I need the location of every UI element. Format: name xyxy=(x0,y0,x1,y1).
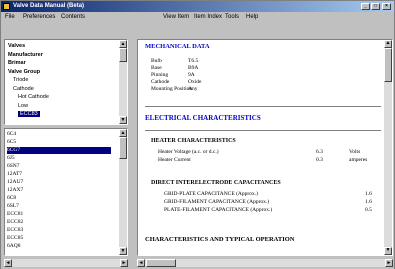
menu-file[interactable]: File xyxy=(5,13,15,22)
list-horizontal-scrollbar[interactable]: ◄ ► xyxy=(4,259,128,267)
tree-node[interactable]: Triode xyxy=(13,77,28,83)
mech-label: Cathode xyxy=(151,79,170,85)
capacitance-heading: DIRECT INTERELECTRODE CAPACITANCES xyxy=(151,180,281,186)
list-item[interactable]: 6C8 xyxy=(7,195,111,202)
mech-label: Bulb xyxy=(151,58,162,64)
list-item[interactable]: ECC83 xyxy=(7,227,111,234)
tree-node[interactable]: Low xyxy=(18,103,28,109)
tree-node[interactable]: Manufacturer xyxy=(8,52,43,58)
list-item[interactable]: 6CG7 xyxy=(7,147,111,154)
electrical-heading: ELECTRICAL CHARACTERISTICS xyxy=(145,114,261,122)
list-item[interactable]: 6AQ8 xyxy=(7,243,111,250)
content-scrollbar[interactable]: ▲ ▼ xyxy=(384,40,392,255)
tree-node[interactable]: Valve Group xyxy=(8,69,40,75)
mech-value: 9A xyxy=(188,72,195,78)
mech-value: Oxide xyxy=(188,79,202,85)
menu-item-index[interactable]: Item Index xyxy=(194,13,222,22)
tree-node[interactable]: Valves xyxy=(8,43,25,49)
scroll-down-icon[interactable]: ▼ xyxy=(119,116,127,124)
scroll-down-icon[interactable]: ▼ xyxy=(384,247,392,255)
scroll-left-icon[interactable]: ◄ xyxy=(137,259,145,267)
scroll-thumb[interactable] xyxy=(119,137,127,159)
list-item[interactable]: ECC82 xyxy=(7,219,111,226)
divider xyxy=(145,106,381,107)
list-item[interactable]: 12AU7 xyxy=(7,179,111,186)
typical-heading: CHARACTERISTICS AND TYPICAL OPERATION xyxy=(145,236,295,243)
capacitance-label: GRID-FILAMENT CAPACITANCE (Approx.) xyxy=(164,199,270,205)
list-item[interactable]: 6C5 xyxy=(7,139,111,146)
scroll-up-icon[interactable]: ▲ xyxy=(119,40,127,48)
menu-view-item[interactable]: View Item xyxy=(163,13,189,22)
scroll-right-icon[interactable]: ► xyxy=(385,259,393,267)
heater-value: 0.3 xyxy=(316,157,323,163)
tree-node[interactable]: ECC83 xyxy=(18,111,40,117)
datasheet-pane[interactable]: MECHANICAL DATA Bulb T6.5 Base B9A Pinni… xyxy=(137,39,393,256)
scroll-up-icon[interactable]: ▲ xyxy=(384,40,392,48)
mech-label: Mounting Position xyxy=(151,86,193,92)
capacitance-value: 1.6 xyxy=(365,199,372,205)
maximize-button[interactable]: □ xyxy=(371,3,380,10)
heater-heading: HEATER CHARACTERISTICS xyxy=(151,138,236,144)
divider xyxy=(145,130,381,131)
app-icon xyxy=(3,3,10,10)
mech-label: Pinning xyxy=(151,72,169,78)
mech-value: T6.5 xyxy=(188,58,199,64)
menu-bar: File Preferences Contents View Item Item… xyxy=(1,12,394,23)
heater-value: 6.3 xyxy=(316,149,323,155)
list-item[interactable]: 6SL7 xyxy=(7,203,111,210)
window-title: Valve Data Manual (Beta) xyxy=(13,3,85,9)
heater-unit: Volts xyxy=(349,149,361,155)
content-horizontal-scrollbar[interactable]: ◄ ► xyxy=(137,259,393,267)
title-bar[interactable]: Valve Data Manual (Beta) _ □ × xyxy=(1,1,394,12)
capacitance-label: PLATE-FILAMENT CAPACITANCE (Approx.) xyxy=(164,207,273,213)
capacitance-label: GRID-PLATE CAPACITANCE (Approx.) xyxy=(164,191,258,197)
scroll-right-icon[interactable]: ► xyxy=(120,259,128,267)
scroll-left-icon[interactable]: ◄ xyxy=(4,259,12,267)
status-bar: ◄ ► ◄ ► xyxy=(1,258,394,269)
scroll-thumb[interactable] xyxy=(119,48,127,62)
mech-label: Base xyxy=(151,65,162,71)
list-item[interactable]: ECC81 xyxy=(7,211,111,218)
tree-node[interactable]: Cathode xyxy=(13,86,34,92)
mech-value: B9A xyxy=(188,65,199,71)
list-item[interactable]: 6C4 xyxy=(7,131,111,138)
close-button[interactable]: × xyxy=(382,3,391,10)
menu-preferences[interactable]: Preferences xyxy=(23,13,55,22)
heater-label: Heater Current xyxy=(158,157,191,163)
list-item[interactable]: 12AT7 xyxy=(7,171,111,178)
scroll-down-icon[interactable]: ▼ xyxy=(119,247,127,255)
scroll-thumb[interactable] xyxy=(384,48,392,82)
list-item[interactable]: 6SN7 xyxy=(7,163,111,170)
mechanical-heading: MECHANICAL DATA xyxy=(145,43,210,50)
heater-unit: amperes xyxy=(349,157,368,163)
tree-node[interactable]: Hot Cathode xyxy=(18,94,49,100)
tree-pane[interactable]: Valves Manufacturer Brimar Valve Group Triod… xyxy=(4,39,128,125)
list-scrollbar[interactable]: ▲ ▼ xyxy=(119,129,127,255)
heater-label: Heater Voltage (a.c. or d.c.) xyxy=(158,149,219,155)
scroll-thumb[interactable] xyxy=(146,259,176,267)
valve-list-pane[interactable]: 6C4 6C5 6CG7 6J5 6SN7 12AT7 12AU7 12AX7 6C8 6SL7 E… xyxy=(4,128,128,256)
list-item[interactable]: ECC85 xyxy=(7,235,111,242)
scroll-up-icon[interactable]: ▲ xyxy=(119,129,127,137)
tree-node[interactable]: Brimar xyxy=(8,60,26,66)
minimize-button[interactable]: _ xyxy=(361,3,370,10)
capacitance-value: 1.6 xyxy=(365,191,372,197)
list-item[interactable]: 12AX7 xyxy=(7,187,111,194)
mech-value: Any xyxy=(188,86,198,92)
capacitance-value: 0.5 xyxy=(365,207,372,213)
menu-tools[interactable]: Tools xyxy=(225,13,239,22)
menu-contents[interactable]: Contents xyxy=(61,13,85,22)
menu-help[interactable]: Help xyxy=(246,13,258,22)
list-item[interactable]: 6J5 xyxy=(7,155,111,162)
app-window: Valve Data Manual (Beta) _ □ × File Pref… xyxy=(0,0,395,269)
tree-scrollbar[interactable]: ▲ ▼ xyxy=(119,40,127,124)
